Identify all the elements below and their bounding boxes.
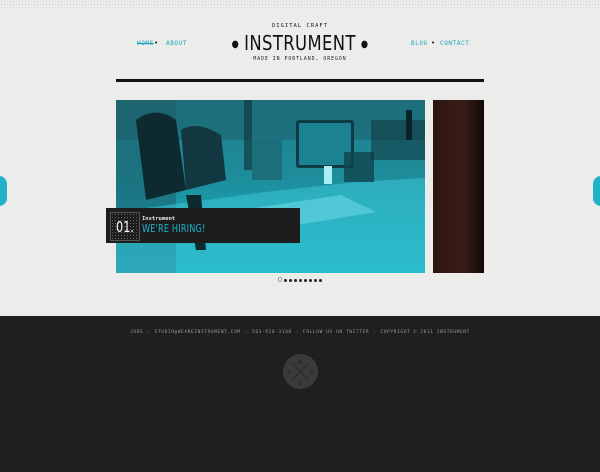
footer-badge-logo: K O O O <box>283 354 318 389</box>
slider-prev-arrow[interactable] <box>0 176 7 206</box>
badge-letter: O <box>310 369 314 376</box>
header-rule <box>116 79 484 82</box>
footer-separator: | <box>373 330 377 335</box>
pager-dot[interactable] <box>309 278 313 282</box>
caption-title: Instrument <box>142 216 176 222</box>
caption-subtitle: WE'RE HIRING! <box>142 223 206 235</box>
nav-home[interactable]: HOME <box>137 40 154 47</box>
pager-dot[interactable] <box>299 278 303 282</box>
tagline: DIGITAL CRAFT <box>271 23 329 29</box>
footer-separator: | <box>244 330 249 335</box>
slider-pagination <box>0 277 600 282</box>
badge-letter: K <box>299 359 303 366</box>
nav-separator: • <box>431 39 436 47</box>
pager-dot[interactable] <box>319 278 323 282</box>
caption-number: 01. <box>116 218 134 236</box>
nav-blog[interactable]: BLOG <box>411 40 428 47</box>
badge-cross-icon: K O O O <box>287 359 314 387</box>
nav-about[interactable]: ABOUT <box>166 40 187 47</box>
footer-link-email[interactable]: STUDIO@WEAREINSTRUMENT.COM <box>155 330 241 335</box>
nav-contact[interactable]: CONTACT <box>440 40 470 47</box>
footer-copyright: COPYRIGHT © 2011 INSTRUMENT <box>380 330 470 335</box>
footer-phone: 503-928-3188 <box>252 330 292 335</box>
location-text: MADE IN PORTLAND, OREGON <box>253 57 347 62</box>
brand-logo[interactable]: ● INSTRUMENT ● <box>54 31 546 55</box>
brand-name: INSTRUMENT <box>244 31 356 55</box>
slide-caption[interactable]: 01. Instrument WE'RE HIRING! <box>106 208 300 243</box>
pager-dot[interactable] <box>277 277 283 282</box>
badge-letter: O <box>299 380 303 387</box>
office-illustration <box>116 100 425 273</box>
nav-separator: • <box>154 39 159 47</box>
pager-dot[interactable] <box>294 278 298 282</box>
logo-bullet-right: ● <box>360 39 369 50</box>
logo-bullet-left: ● <box>231 39 240 50</box>
footer-links: JOBS | STUDIO@WEAREINSTRUMENT.COM | 503-928-… <box>0 330 600 335</box>
slider-next-arrow[interactable] <box>593 176 600 206</box>
footer-separator: | <box>147 330 151 335</box>
badge-letter: O <box>287 369 291 376</box>
top-pattern-band <box>0 0 600 8</box>
pager-dot[interactable] <box>284 278 288 282</box>
slide-image-office[interactable] <box>116 100 425 273</box>
slide-next-preview[interactable] <box>433 100 484 273</box>
pager-dot[interactable] <box>289 278 293 282</box>
footer-link-jobs[interactable]: JOBS <box>130 330 143 335</box>
pager-dot[interactable] <box>314 278 318 282</box>
caption-number-box: 01. <box>110 212 140 241</box>
footer <box>0 316 600 472</box>
footer-separator: | <box>295 330 300 335</box>
pager-dot[interactable] <box>304 278 308 282</box>
footer-link-twitter[interactable]: FOLLOW US ON TWITTER <box>303 330 369 335</box>
